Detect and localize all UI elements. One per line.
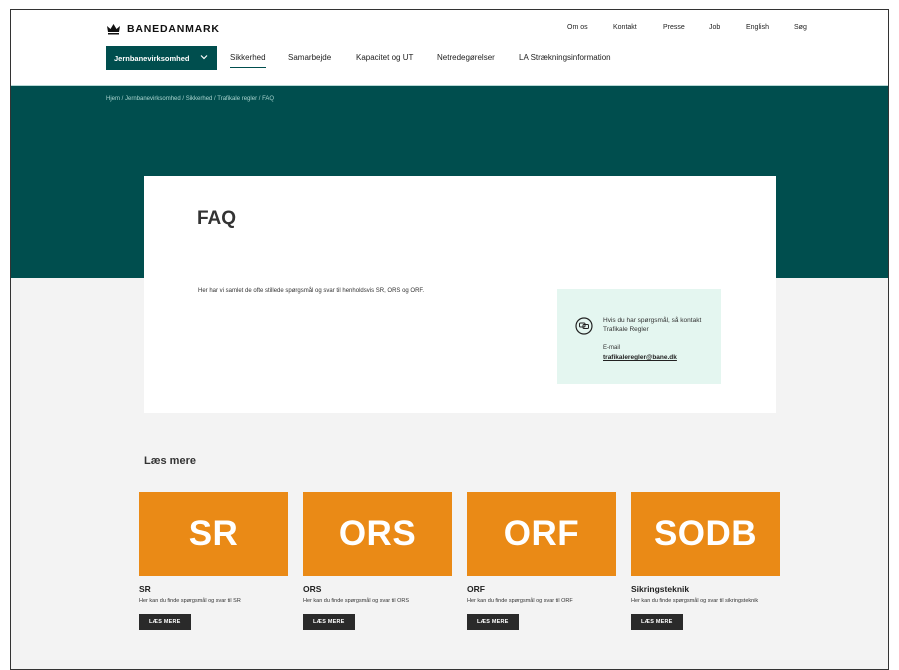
contact-box: Hvis du har spørgsmål, så kontakt Trafik…: [557, 289, 721, 384]
read-more-button[interactable]: LÆS MERE: [467, 614, 519, 630]
intro-text: Her har vi samlet de ofte stillede spørg…: [198, 288, 425, 294]
util-nav-job[interactable]: Job: [709, 24, 720, 31]
tile-ors: ORS ORS Her kan du finde spørgsmål og sv…: [303, 492, 452, 630]
util-nav-om-os[interactable]: Om os: [567, 24, 588, 31]
read-more-button[interactable]: LÆS MERE: [631, 614, 683, 630]
content-card: FAQ Her har vi samlet de ofte stillede s…: [144, 176, 776, 413]
nav-item-samarbejde[interactable]: Samarbejde: [288, 53, 331, 62]
util-nav-english[interactable]: English: [746, 24, 769, 31]
chevron-down-icon: [200, 55, 208, 60]
tile-description: Her kan du finde spørgsmål og svar til O…: [467, 598, 573, 604]
browser-viewport: BANEDANMARK Om os Kontakt Presse Job Eng…: [10, 9, 889, 670]
util-nav-search[interactable]: Søg: [794, 24, 807, 31]
tile-description: Her kan du finde spørgsmål og svar til S…: [139, 598, 241, 604]
readmore-heading: Læs mere: [144, 455, 196, 467]
tile-sodb: SODB Sikringsteknik Her kan du finde spø…: [631, 492, 780, 630]
tile-description: Her kan du finde spørgsmål og svar til s…: [631, 598, 759, 604]
crown-icon: [107, 24, 120, 35]
nav-item-la-straekningsinformation[interactable]: LA Strækningsinformation: [519, 53, 611, 62]
main-nav: Jernbanevirksomhed Sikkerhed Samarbejde …: [106, 46, 806, 72]
tile-title[interactable]: Sikringsteknik: [631, 584, 780, 594]
tile-title[interactable]: ORF: [467, 584, 616, 594]
nav-item-netredegoerelser[interactable]: Netredegørelser: [437, 53, 495, 62]
nav-item-kapacitet[interactable]: Kapacitet og UT: [356, 53, 413, 62]
logo[interactable]: BANEDANMARK: [106, 22, 220, 35]
breadcrumb[interactable]: Hjem / Jernbanevirksomhed / Sikkerhed / …: [106, 96, 274, 102]
tile-image[interactable]: SODB: [631, 492, 780, 576]
page-title: FAQ: [197, 208, 237, 229]
util-nav-presse[interactable]: Presse: [663, 24, 685, 31]
chat-bubble-icon: [575, 317, 593, 335]
site-header: BANEDANMARK Om os Kontakt Presse Job Eng…: [11, 10, 888, 86]
contact-text: Hvis du har spørgsmål, så kontakt Trafik…: [603, 317, 702, 333]
tile-image[interactable]: SR: [139, 492, 288, 576]
email-label: E-mail: [603, 345, 621, 351]
read-more-button[interactable]: LÆS MERE: [139, 614, 191, 630]
tile-description: Her kan du finde spørgsmål og svar til O…: [303, 598, 410, 604]
logo-text: BANEDANMARK: [127, 22, 220, 35]
section-dropdown-button[interactable]: Jernbanevirksomhed: [106, 46, 217, 70]
nav-item-sikkerhed[interactable]: Sikkerhed: [230, 53, 266, 68]
tile-title[interactable]: ORS: [303, 584, 452, 594]
read-more-button[interactable]: LÆS MERE: [303, 614, 355, 630]
tile-title[interactable]: SR: [139, 584, 288, 594]
tile-orf: ORF ORF Her kan du finde spørgsmål og sv…: [467, 492, 616, 630]
tile-image[interactable]: ORS: [303, 492, 452, 576]
email-link[interactable]: trafikaleregler@bane.dk: [603, 354, 677, 361]
util-nav-kontakt[interactable]: Kontakt: [613, 24, 637, 31]
tile-sr: SR SR Her kan du finde spørgsmål og svar…: [139, 492, 288, 630]
dropdown-label: Jernbanevirksomhed: [114, 53, 190, 63]
tile-image[interactable]: ORF: [467, 492, 616, 576]
